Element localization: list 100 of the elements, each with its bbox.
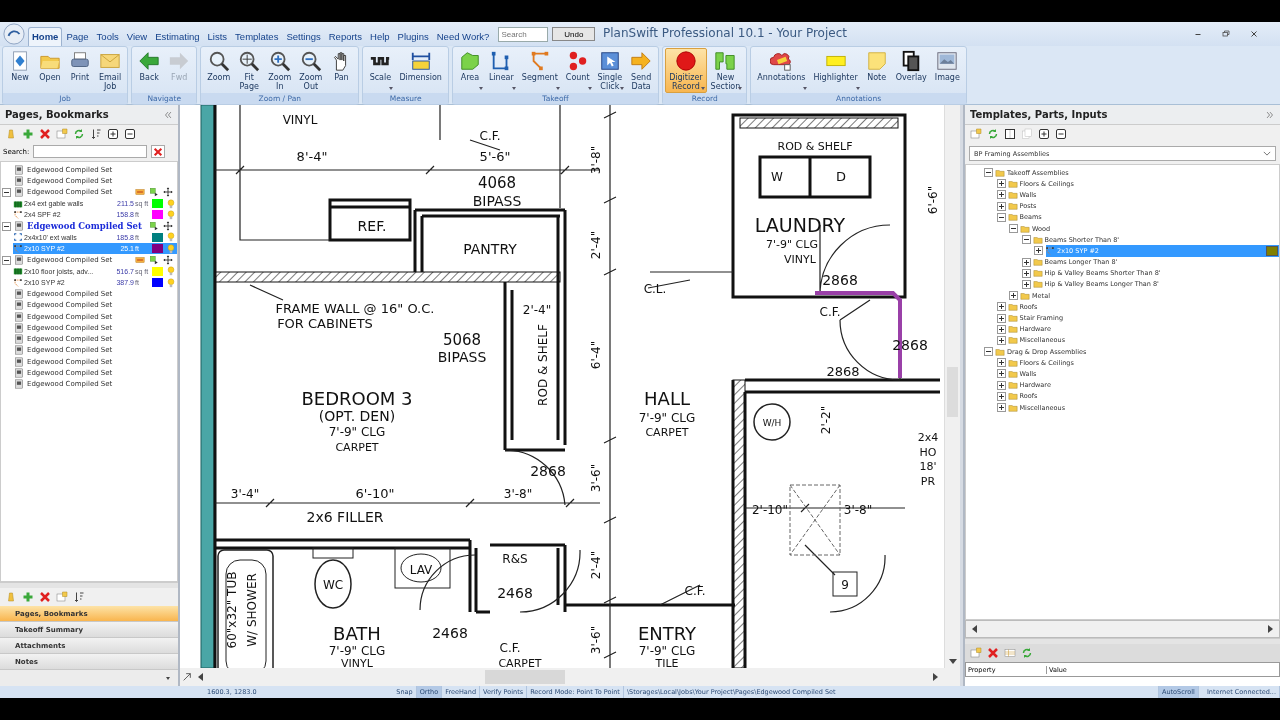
expand-all-icon[interactable] xyxy=(1038,128,1050,140)
delete-icon[interactable] xyxy=(39,591,51,603)
ribbon-button[interactable]: New Section xyxy=(706,48,745,93)
ribbon-button[interactable]: Image xyxy=(930,48,964,93)
move-icon[interactable] xyxy=(163,255,173,265)
menu-tab[interactable]: Estimating xyxy=(151,27,204,46)
ribbon-button[interactable]: Email Job xyxy=(95,48,126,93)
ribbon-button[interactable]: Note xyxy=(861,48,892,93)
add-icon[interactable] xyxy=(22,128,34,140)
takeoff-icon[interactable] xyxy=(149,255,159,265)
collapse-toggle[interactable] xyxy=(2,221,11,231)
ribbon-button[interactable]: Zoom Out xyxy=(295,48,327,93)
ribbon-button[interactable]: Fit Page xyxy=(234,48,265,93)
color-swatch[interactable] xyxy=(152,244,163,254)
ribbon-button[interactable]: Send Data xyxy=(626,48,657,93)
collapse-toggle[interactable] xyxy=(2,255,11,265)
ruler-icon[interactable] xyxy=(135,255,145,265)
expand-toggle[interactable] xyxy=(996,335,1006,345)
collapse-toggle[interactable] xyxy=(2,187,11,197)
menu-tab[interactable]: Lists xyxy=(203,27,232,46)
expand-toggle[interactable] xyxy=(996,313,1006,323)
expand-toggle[interactable] xyxy=(996,190,1006,200)
left-arrow-icon[interactable] xyxy=(972,625,977,633)
refresh-icon[interactable] xyxy=(73,128,85,140)
ribbon-button[interactable]: Count xyxy=(561,48,594,93)
ribbon-button[interactable]: Segment xyxy=(517,48,562,93)
expand-toggle[interactable] xyxy=(1034,246,1043,256)
expand-toggle[interactable] xyxy=(996,380,1006,390)
color-swatch[interactable] xyxy=(152,199,163,209)
expand-toggle[interactable] xyxy=(1009,291,1018,301)
horizontal-scrollbar[interactable] xyxy=(965,620,1280,638)
scrollbar-thumb[interactable] xyxy=(485,670,565,684)
expand-toggle[interactable] xyxy=(996,403,1006,413)
menu-tab[interactable]: Need Work? xyxy=(432,27,494,46)
ribbon-button[interactable]: Back xyxy=(134,48,165,93)
expand-toggle[interactable] xyxy=(1021,268,1031,278)
diagonal-arrow-icon[interactable] xyxy=(182,672,192,682)
expand-all-icon[interactable] xyxy=(107,128,119,140)
expand-toggle[interactable] xyxy=(1021,279,1031,289)
delete-icon[interactable] xyxy=(39,128,51,140)
left-arrow-icon[interactable] xyxy=(198,673,203,681)
sort-icon[interactable] xyxy=(73,591,85,603)
color-swatch[interactable] xyxy=(152,266,163,276)
collapse-all-icon[interactable] xyxy=(124,128,136,140)
ribbon-button[interactable]: Zoom In xyxy=(264,48,296,93)
expand-toggle[interactable] xyxy=(996,302,1006,312)
menu-tab[interactable]: Help xyxy=(366,27,394,46)
menu-tab[interactable]: Reports xyxy=(324,27,366,46)
expand-toggle[interactable] xyxy=(996,391,1006,401)
ribbon-button[interactable]: Linear xyxy=(484,48,518,93)
collapse-all-icon[interactable] xyxy=(1055,128,1067,140)
ribbon-button[interactable]: Highlighter xyxy=(809,48,862,93)
menu-tab[interactable]: Plugins xyxy=(393,27,433,46)
ribbon-button[interactable]: Digitizer Record xyxy=(665,48,707,93)
menu-tab[interactable]: Home xyxy=(28,27,63,46)
search-field[interactable]: Search xyxy=(498,26,549,42)
expand-toggle[interactable] xyxy=(996,358,1006,368)
split-icon[interactable] xyxy=(1004,128,1016,140)
ribbon-button[interactable]: Overlay xyxy=(891,48,931,93)
vertical-scrollbar[interactable] xyxy=(944,105,960,668)
add-icon[interactable] xyxy=(22,591,34,603)
menu-tab[interactable]: Templates xyxy=(231,27,283,46)
takeoff-icon[interactable] xyxy=(149,221,159,232)
ribbon-button[interactable]: Print xyxy=(65,48,95,93)
ribbon-button[interactable]: Dimension xyxy=(395,48,446,93)
ribbon-button[interactable]: Open xyxy=(35,48,65,93)
expand-toggle[interactable] xyxy=(984,168,993,178)
color-swatch[interactable] xyxy=(152,210,163,220)
menu-tab[interactable]: View xyxy=(122,27,152,46)
app-menu-button[interactable] xyxy=(2,22,26,46)
menu-tab[interactable]: Settings xyxy=(282,27,325,46)
caret-icon[interactable] xyxy=(166,676,170,680)
ribbon-button[interactable]: Zoom xyxy=(203,48,235,93)
color-swatch[interactable] xyxy=(152,278,163,288)
horizontal-scrollbar[interactable] xyxy=(180,668,944,686)
refresh-icon[interactable] xyxy=(987,128,999,140)
restore-icon[interactable] xyxy=(1220,28,1232,40)
expand-toggle[interactable] xyxy=(1009,224,1018,234)
takeoff-icon[interactable] xyxy=(149,187,159,198)
right-arrow-icon[interactable] xyxy=(933,673,938,681)
expand-toggle[interactable] xyxy=(996,179,1006,189)
ribbon-button[interactable]: Annotations xyxy=(753,48,810,93)
ribbon-button[interactable]: Single Click xyxy=(593,48,627,93)
delete-icon[interactable] xyxy=(987,647,999,659)
expand-toggle[interactable] xyxy=(996,369,1006,379)
clear-button[interactable] xyxy=(151,145,166,158)
move-icon[interactable] xyxy=(163,187,173,198)
expand-toggle[interactable] xyxy=(1021,235,1031,245)
ribbon-button[interactable]: Scale xyxy=(365,48,396,93)
undo-button[interactable]: Undo xyxy=(552,27,596,41)
right-arrow-icon[interactable] xyxy=(1268,625,1273,633)
expand-toggle[interactable] xyxy=(1021,257,1031,267)
color-swatch[interactable] xyxy=(152,232,163,242)
menu-tab[interactable]: Page xyxy=(62,27,93,46)
move-icon[interactable] xyxy=(163,221,173,232)
menu-tab[interactable]: Tools xyxy=(92,27,123,46)
page-name[interactable]: Edgewood Compiled Set xyxy=(26,221,143,232)
ribbon-button[interactable]: Pan xyxy=(326,48,357,93)
search-field[interactable] xyxy=(33,145,148,158)
sort-icon[interactable] xyxy=(90,128,102,140)
